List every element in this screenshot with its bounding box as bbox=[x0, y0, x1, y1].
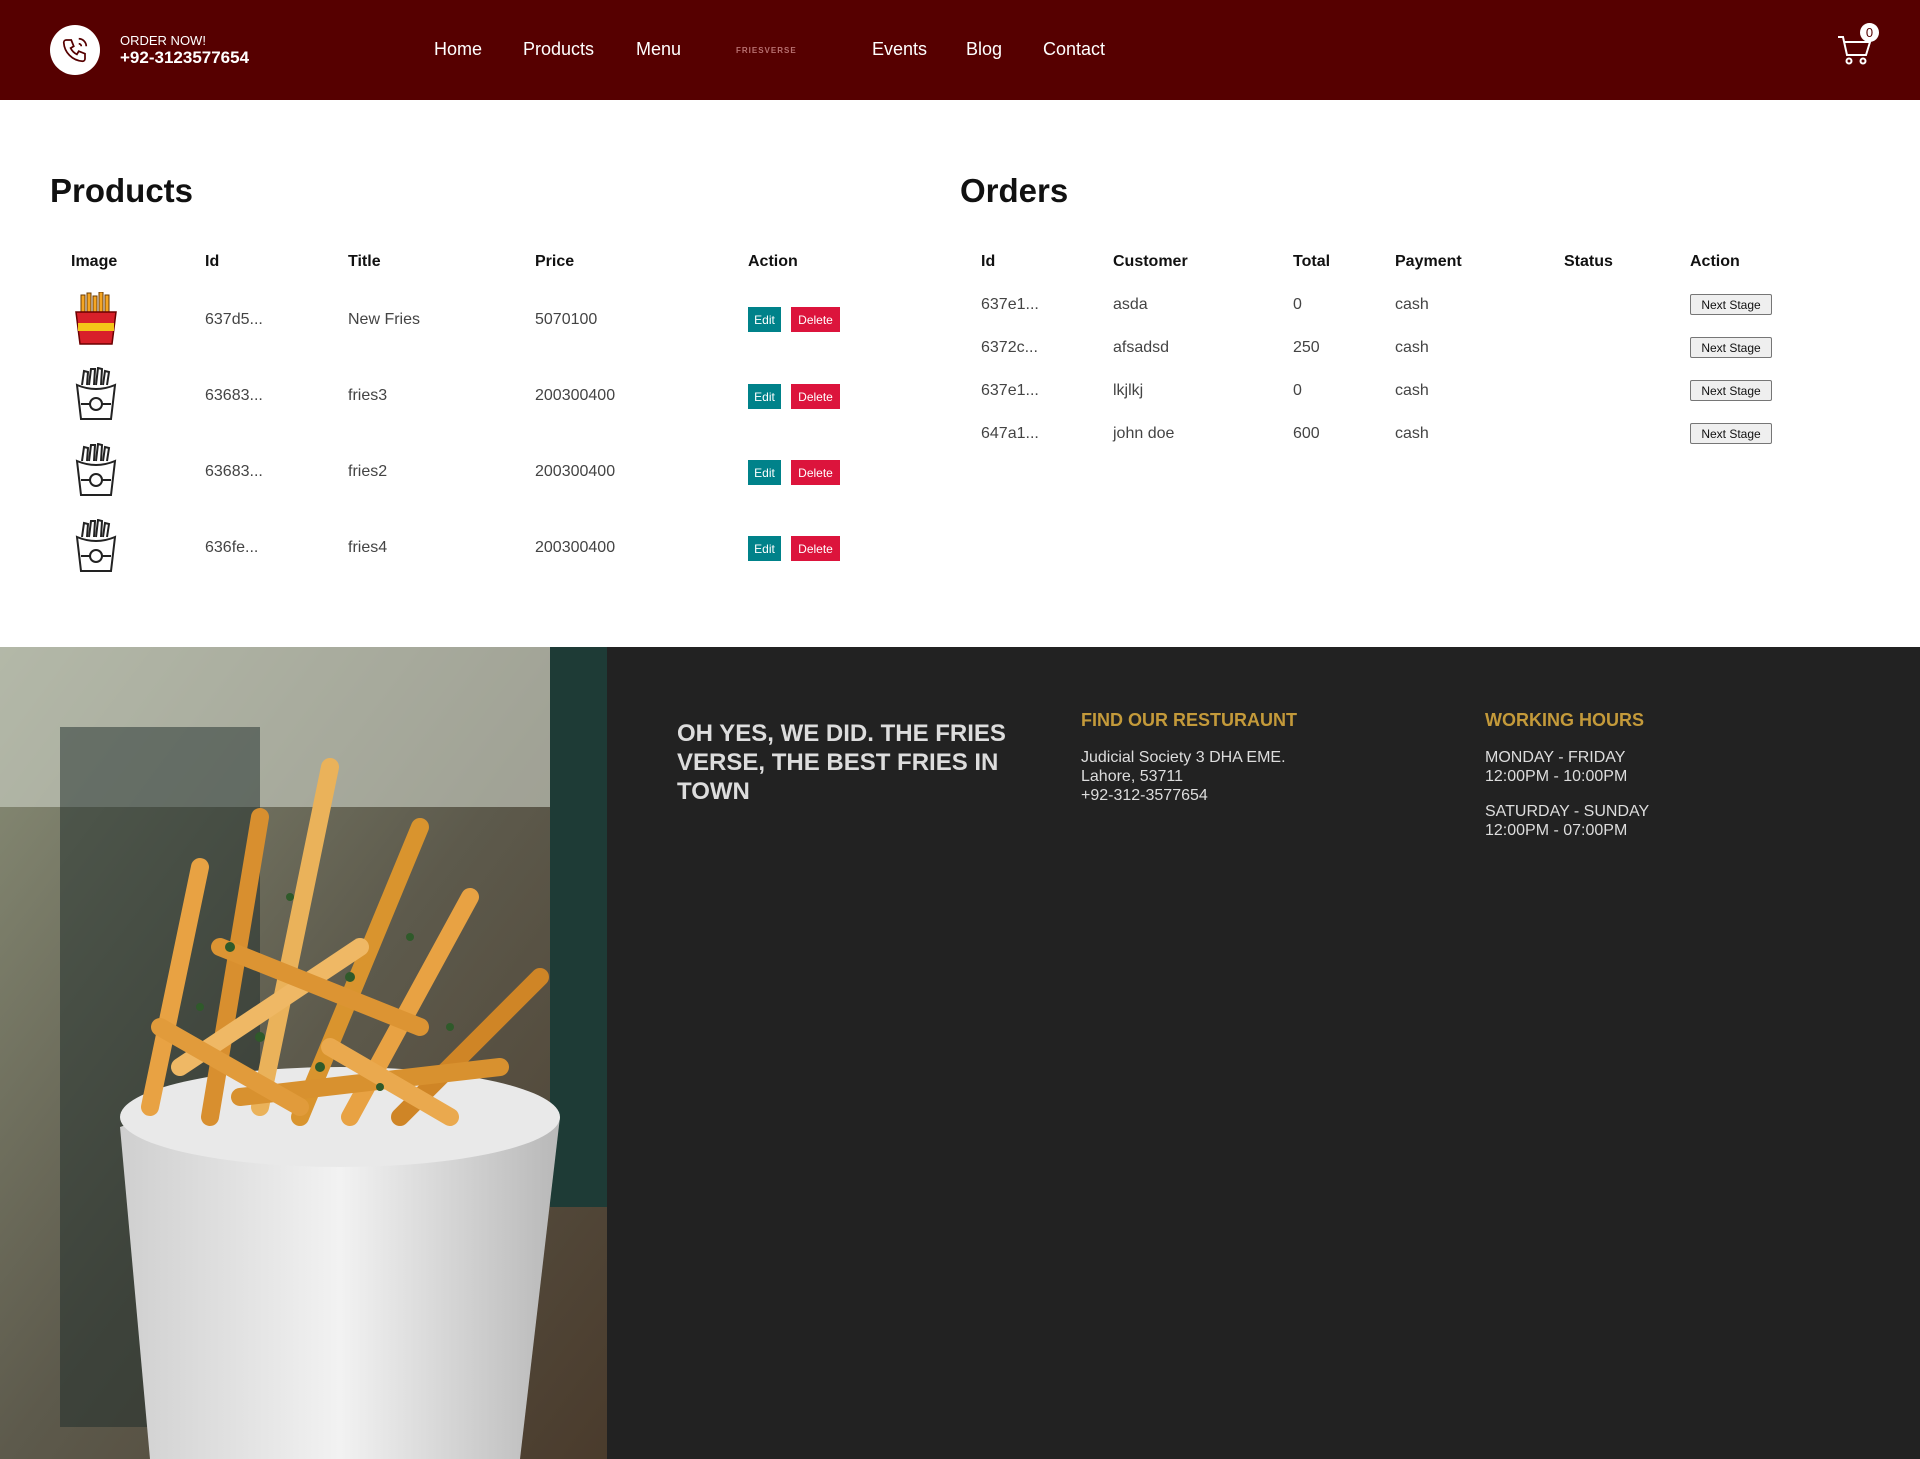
order-customer: afsadsd bbox=[1113, 339, 1170, 356]
product-id: 636fe... bbox=[205, 539, 259, 556]
edit-button[interactable]: Edit bbox=[748, 384, 781, 409]
phone-number[interactable]: +92-3123577654 bbox=[120, 48, 249, 68]
orders-col-customer: Customer bbox=[1113, 253, 1188, 270]
cart-count-badge: 0 bbox=[1860, 23, 1879, 42]
product-title: fries2 bbox=[348, 463, 388, 480]
fries-photo bbox=[0, 647, 607, 1459]
phone-icon bbox=[62, 37, 88, 63]
edit-button[interactable]: Edit bbox=[748, 460, 781, 485]
address-phone: +92-312-3577654 bbox=[1081, 787, 1208, 804]
weekend-label: SATURDAY - SUNDAY bbox=[1485, 803, 1650, 820]
product-price: 200300400 bbox=[535, 387, 616, 404]
address-line1: Judicial Society 3 DHA EME. bbox=[1081, 749, 1286, 766]
products-col-price: Price bbox=[535, 253, 575, 270]
nav-blog[interactable]: Blog bbox=[966, 39, 1002, 60]
nav-events[interactable]: Events bbox=[872, 39, 927, 60]
find-restaurant-heading: FIND OUR RESTURAUNT bbox=[1081, 710, 1297, 730]
weekend-hours: 12:00PM - 07:00PM bbox=[1485, 822, 1628, 839]
fries-outline-icon bbox=[75, 367, 117, 420]
nav-products[interactable]: Products bbox=[523, 39, 594, 60]
order-customer: lkjlkj bbox=[1113, 382, 1144, 399]
products-col-id: Id bbox=[205, 253, 220, 270]
address-line2: Lahore, 53711 bbox=[1081, 768, 1184, 785]
order-payment: cash bbox=[1395, 382, 1429, 399]
delete-button[interactable]: Delete bbox=[791, 307, 840, 332]
products-title: Products bbox=[50, 172, 194, 209]
phone-button[interactable] bbox=[50, 25, 100, 75]
order-id: 6372c... bbox=[981, 339, 1038, 356]
orders-title: Orders bbox=[960, 172, 1069, 209]
next-stage-button[interactable]: Next Stage bbox=[1690, 294, 1772, 315]
next-stage-button[interactable]: Next Stage bbox=[1690, 423, 1772, 444]
order-id: 637e1... bbox=[981, 382, 1039, 399]
nav-menu[interactable]: Menu bbox=[636, 39, 681, 60]
order-payment: cash bbox=[1395, 296, 1429, 313]
product-title: New Fries bbox=[348, 311, 421, 328]
orders-col-payment: Payment bbox=[1395, 253, 1462, 270]
order-customer: john doe bbox=[1113, 425, 1175, 442]
next-stage-button[interactable]: Next Stage bbox=[1690, 337, 1772, 358]
navbar: ORDER NOW! +92-3123577654 Home Products … bbox=[0, 0, 1920, 100]
product-title: fries4 bbox=[348, 539, 388, 556]
orders-col-id: Id bbox=[981, 253, 996, 270]
edit-button[interactable]: Edit bbox=[748, 536, 781, 561]
nav-contact[interactable]: Contact bbox=[1043, 39, 1105, 60]
product-price: 5070100 bbox=[535, 311, 598, 328]
delete-button[interactable]: Delete bbox=[791, 460, 840, 485]
next-stage-button[interactable]: Next Stage bbox=[1690, 380, 1772, 401]
logo[interactable]: FRIESVERSE bbox=[736, 46, 797, 55]
order-now-label: ORDER NOW! bbox=[120, 33, 206, 48]
product-price: 200300400 bbox=[535, 539, 616, 556]
order-payment: cash bbox=[1395, 339, 1429, 356]
order-total: 0 bbox=[1293, 296, 1302, 313]
orders-col-action: Action bbox=[1690, 253, 1740, 270]
order-payment: cash bbox=[1395, 425, 1429, 442]
order-id: 647a1... bbox=[981, 425, 1039, 442]
products-col-title: Title bbox=[348, 253, 381, 270]
edit-button[interactable]: Edit bbox=[748, 307, 781, 332]
delete-button[interactable]: Delete bbox=[791, 384, 840, 409]
fries-outline-icon bbox=[75, 519, 117, 572]
order-customer: asda bbox=[1113, 296, 1148, 313]
nav-home[interactable]: Home bbox=[434, 39, 482, 60]
fries-color-icon bbox=[75, 292, 117, 345]
fries-outline-icon bbox=[75, 443, 117, 496]
order-total: 0 bbox=[1293, 382, 1302, 399]
weekday-label: MONDAY - FRIDAY bbox=[1485, 749, 1626, 766]
product-price: 200300400 bbox=[535, 463, 616, 480]
order-total: 250 bbox=[1293, 339, 1320, 356]
product-id: 63683... bbox=[205, 387, 263, 404]
order-id: 637e1... bbox=[981, 296, 1039, 313]
weekday-hours: 12:00PM - 10:00PM bbox=[1485, 768, 1628, 785]
product-id: 63683... bbox=[205, 463, 263, 480]
order-total: 600 bbox=[1293, 425, 1320, 442]
products-col-image: Image bbox=[71, 253, 118, 270]
delete-button[interactable]: Delete bbox=[791, 536, 840, 561]
orders-col-total: Total bbox=[1293, 253, 1331, 270]
orders-col-status: Status bbox=[1564, 253, 1613, 270]
footer-tagline: OH YES, WE DID. THE FRIES VERSE, THE BES… bbox=[677, 720, 1006, 805]
product-id: 637d5... bbox=[205, 311, 263, 328]
product-title: fries3 bbox=[348, 387, 388, 404]
working-hours-heading: WORKING HOURS bbox=[1485, 710, 1644, 730]
products-col-action: Action bbox=[748, 253, 798, 270]
